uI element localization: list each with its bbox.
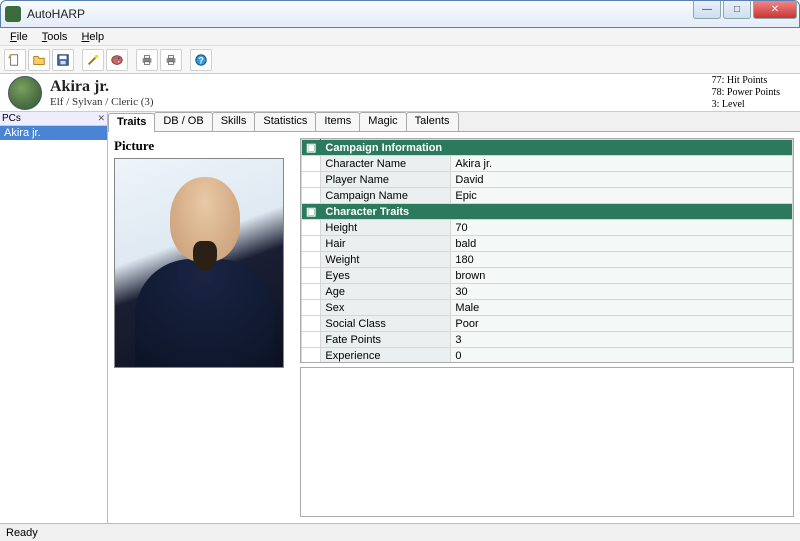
tab-traits[interactable]: Traits xyxy=(108,113,155,132)
character-header: Akira jr. Elf / Sylvan / Cleric (3) 77: … xyxy=(0,74,800,112)
row-label: Fate Points xyxy=(321,332,451,348)
section-campaign[interactable]: Campaign Information xyxy=(321,140,793,156)
minimize-button[interactable]: — xyxy=(693,1,721,19)
tab-db-ob[interactable]: DB / OB xyxy=(154,112,212,131)
stat-level: 3: Level xyxy=(712,99,780,111)
svg-text:?: ? xyxy=(198,55,203,65)
row-label: Age xyxy=(321,284,451,300)
stat-pp: 78: Power Points xyxy=(712,87,780,99)
print-preview-button[interactable] xyxy=(160,49,182,71)
character-name: Akira jr. xyxy=(50,78,154,96)
traits-grid[interactable]: ▣Campaign Information Character NameAkir… xyxy=(300,138,794,363)
new-button[interactable] xyxy=(4,49,26,71)
row-label: Player Name xyxy=(321,172,451,188)
open-button[interactable] xyxy=(28,49,50,71)
pc-list-item[interactable]: Akira jr. xyxy=(0,126,107,140)
row-value[interactable]: David xyxy=(451,172,793,188)
row-value[interactable]: 180 xyxy=(451,252,793,268)
header-stats: 77: Hit Points 78: Power Points 3: Level xyxy=(712,75,792,111)
menu-file[interactable]: File xyxy=(4,30,34,44)
row-value[interactable]: Akira jr. xyxy=(451,156,793,172)
character-subtitle: Elf / Sylvan / Cleric (3) xyxy=(50,96,154,108)
collapse-icon[interactable]: ▣ xyxy=(302,204,321,220)
row-value[interactable]: Poor xyxy=(451,316,793,332)
row-label: Sex xyxy=(321,300,451,316)
row-value[interactable]: brown xyxy=(451,268,793,284)
sidebar-close-icon[interactable]: ✕ xyxy=(97,113,105,124)
window-title: AutoHARP xyxy=(27,7,85,21)
toolbar: ? xyxy=(0,46,800,74)
row-value[interactable]: bald xyxy=(451,236,793,252)
row-value[interactable]: 30 xyxy=(451,284,793,300)
wand-button[interactable] xyxy=(82,49,104,71)
window-titlebar: AutoHARP — □ ✕ xyxy=(0,0,800,28)
row-label: Height xyxy=(321,220,451,236)
status-text: Ready xyxy=(6,527,38,539)
status-bar: Ready xyxy=(0,523,800,541)
row-value[interactable]: 0 xyxy=(451,348,793,364)
collapse-icon[interactable]: ▣ xyxy=(302,140,321,156)
row-label: Social Class xyxy=(321,316,451,332)
tab-skills[interactable]: Skills xyxy=(212,112,256,131)
tab-items[interactable]: Items xyxy=(315,112,360,131)
menu-tools[interactable]: Tools xyxy=(36,30,74,44)
help-button[interactable]: ? xyxy=(190,49,212,71)
row-label: Eyes xyxy=(321,268,451,284)
tab-talents[interactable]: Talents xyxy=(406,112,459,131)
notes-area[interactable] xyxy=(300,367,794,517)
game-logo-icon xyxy=(8,76,42,110)
stat-hp: 77: Hit Points xyxy=(712,75,780,87)
close-button[interactable]: ✕ xyxy=(753,1,797,19)
sidebar-header: PCs ✕ xyxy=(0,112,107,126)
row-label: Campaign Name xyxy=(321,188,451,204)
tab-magic[interactable]: Magic xyxy=(359,112,406,131)
print-button[interactable] xyxy=(136,49,158,71)
picture-label: Picture xyxy=(114,138,294,154)
row-label: Character Name xyxy=(321,156,451,172)
sidebar-title: PCs xyxy=(2,113,21,124)
row-value[interactable]: 3 xyxy=(451,332,793,348)
menu-help[interactable]: Help xyxy=(75,30,110,44)
pc-sidebar: PCs ✕ Akira jr. xyxy=(0,112,108,523)
app-icon xyxy=(5,6,21,22)
tab-strip: Traits DB / OB Skills Statistics Items M… xyxy=(108,112,800,132)
character-portrait[interactable] xyxy=(114,158,284,368)
row-value[interactable]: 70 xyxy=(451,220,793,236)
row-value[interactable]: Male xyxy=(451,300,793,316)
row-label: Weight xyxy=(321,252,451,268)
row-label: Experience xyxy=(321,348,451,364)
row-label: Hair xyxy=(321,236,451,252)
row-value[interactable]: Epic xyxy=(451,188,793,204)
section-traits[interactable]: Character Traits xyxy=(321,204,793,220)
maximize-button[interactable]: □ xyxy=(723,1,751,19)
menubar: File Tools Help xyxy=(0,28,800,46)
palette-button[interactable] xyxy=(106,49,128,71)
save-button[interactable] xyxy=(52,49,74,71)
tab-statistics[interactable]: Statistics xyxy=(254,112,316,131)
